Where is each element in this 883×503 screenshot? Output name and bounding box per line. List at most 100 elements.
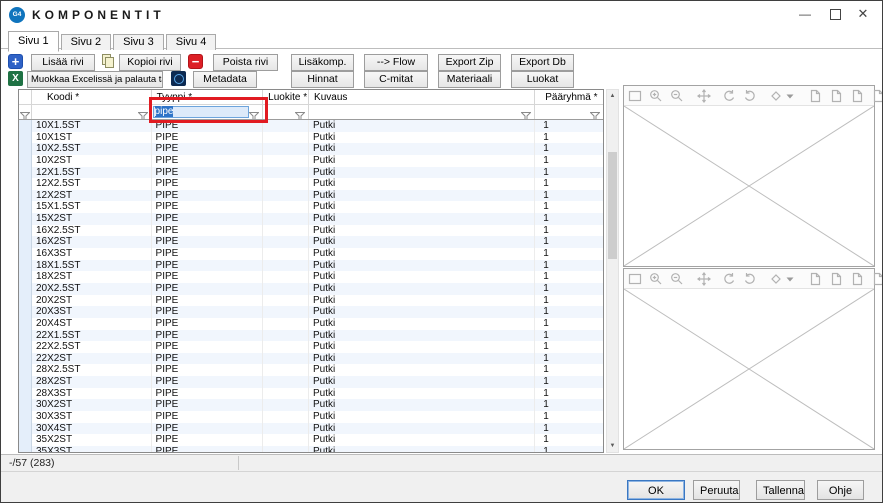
table-row[interactable]: 20X2.5STPIPEPutki1 bbox=[19, 283, 603, 295]
table-row[interactable]: 10X1STPIPEPutki1 bbox=[19, 132, 603, 144]
snap-icon[interactable] bbox=[769, 89, 783, 103]
minimize-button[interactable]: — bbox=[790, 1, 820, 27]
rotate-cw-icon[interactable] bbox=[743, 89, 757, 103]
copy-icon[interactable] bbox=[101, 54, 116, 69]
scrollbar-thumb[interactable] bbox=[608, 152, 617, 259]
zoom-out-icon[interactable] bbox=[670, 272, 684, 286]
table-row[interactable]: 22X1.5STPIPEPutki1 bbox=[19, 330, 603, 342]
table-row[interactable]: 28X2STPIPEPutki1 bbox=[19, 376, 603, 388]
pan-icon[interactable] bbox=[697, 272, 711, 286]
table-row[interactable]: 12X1.5STPIPEPutki1 bbox=[19, 167, 603, 179]
filter-cell-paaryhma[interactable] bbox=[535, 105, 603, 119]
paste-2-icon[interactable] bbox=[829, 89, 843, 103]
scroll-up-icon[interactable]: ▲ bbox=[607, 90, 618, 102]
table-row[interactable]: 28X2.5STPIPEPutki1 bbox=[19, 364, 603, 376]
pan-icon[interactable] bbox=[697, 89, 711, 103]
table-row[interactable]: 16X2STPIPEPutki1 bbox=[19, 236, 603, 248]
filter-icon[interactable] bbox=[249, 108, 259, 117]
marquee-icon[interactable] bbox=[628, 89, 642, 103]
save-button[interactable]: Tallenna bbox=[756, 480, 805, 500]
table-row[interactable]: 35X3STPIPEPutki1 bbox=[19, 446, 603, 452]
copy-row-button[interactable]: Kopioi rivi bbox=[119, 54, 181, 71]
filter-cell-kuvaus[interactable] bbox=[309, 105, 535, 119]
table-row[interactable]: 10X1.5STPIPEPutki1 bbox=[19, 120, 603, 132]
column-header-kuvaus[interactable]: Kuvaus bbox=[309, 90, 535, 105]
tyyppi-filter-input[interactable]: pipe bbox=[153, 106, 250, 118]
filter-icon[interactable] bbox=[590, 108, 600, 117]
tab-sivu-1[interactable]: Sivu 1 bbox=[8, 31, 59, 52]
filter-icon[interactable] bbox=[20, 108, 30, 117]
table-row[interactable]: 10X2STPIPEPutki1 bbox=[19, 155, 603, 167]
table-row[interactable]: 16X3STPIPEPutki1 bbox=[19, 248, 603, 260]
classes-button[interactable]: Luokat bbox=[511, 71, 574, 88]
table-row[interactable]: 30X2STPIPEPutki1 bbox=[19, 399, 603, 411]
export-zip-button[interactable]: Export Zip bbox=[438, 54, 501, 71]
table-row[interactable]: 12X2STPIPEPutki1 bbox=[19, 190, 603, 202]
table-row[interactable]: 18X2STPIPEPutki1 bbox=[19, 271, 603, 283]
cancel-button[interactable]: Peruuta bbox=[693, 480, 740, 500]
rotate-ccw-icon[interactable] bbox=[722, 89, 736, 103]
table-row[interactable]: 18X1.5STPIPEPutki1 bbox=[19, 260, 603, 272]
column-header-luokite[interactable]: Luokite * bbox=[263, 90, 309, 105]
caret-down-icon[interactable] bbox=[785, 272, 795, 286]
filter-icon[interactable] bbox=[138, 108, 148, 117]
column-header-koodi[interactable]: Koodi * bbox=[32, 90, 152, 105]
table-row[interactable]: 28X3STPIPEPutki1 bbox=[19, 388, 603, 400]
paste-3-icon[interactable] bbox=[850, 272, 864, 286]
paste-1-icon[interactable] bbox=[808, 89, 822, 103]
cmitat-button[interactable]: C-mitat bbox=[364, 71, 428, 88]
to-flow-button[interactable]: --> Flow bbox=[364, 54, 428, 71]
rotate-cw-icon[interactable] bbox=[743, 272, 757, 286]
material-button[interactable]: Materiaali bbox=[438, 71, 501, 88]
table-row[interactable]: 15X2STPIPEPutki1 bbox=[19, 213, 603, 225]
paste-3-icon[interactable] bbox=[850, 89, 864, 103]
filter-icon[interactable] bbox=[295, 108, 305, 117]
close-button[interactable]: ✕ bbox=[848, 1, 878, 27]
export-db-button[interactable]: Export Db bbox=[511, 54, 574, 71]
add-icon[interactable]: + bbox=[8, 54, 23, 69]
prices-button[interactable]: Hinnat bbox=[291, 71, 354, 88]
zoom-in-icon[interactable] bbox=[649, 89, 663, 103]
filter-cell-koodi[interactable] bbox=[32, 105, 152, 119]
filter-cell-tyyppi[interactable]: pipe bbox=[152, 105, 264, 119]
paste-2-icon[interactable] bbox=[829, 272, 843, 286]
tab-sivu-3[interactable]: Sivu 3 bbox=[113, 34, 164, 50]
tab-sivu-2[interactable]: Sivu 2 bbox=[61, 34, 112, 50]
table-row[interactable]: 12X2.5STPIPEPutki1 bbox=[19, 178, 603, 190]
ok-button[interactable]: OK bbox=[627, 480, 685, 500]
caret-down-icon[interactable] bbox=[785, 89, 795, 103]
table-row[interactable]: 30X4STPIPEPutki1 bbox=[19, 423, 603, 435]
table-row[interactable]: 30X3STPIPEPutki1 bbox=[19, 411, 603, 423]
table-row[interactable]: 15X1.5STPIPEPutki1 bbox=[19, 201, 603, 213]
lisakomp-button[interactable]: Lisäkomp. bbox=[291, 54, 354, 71]
table-row[interactable]: 10X2.5STPIPEPutki1 bbox=[19, 143, 603, 155]
maximize-button[interactable] bbox=[820, 1, 850, 27]
delete-row-button[interactable]: Poista rivi bbox=[213, 54, 278, 71]
table-row[interactable]: 20X4STPIPEPutki1 bbox=[19, 318, 603, 330]
filter-cell-luokite[interactable] bbox=[263, 105, 309, 119]
paste-4-icon[interactable] bbox=[871, 272, 883, 286]
table-row[interactable]: 35X2STPIPEPutki1 bbox=[19, 434, 603, 446]
zoom-out-icon[interactable] bbox=[670, 89, 684, 103]
excel-icon[interactable]: X bbox=[8, 71, 23, 86]
table-row[interactable]: 20X3STPIPEPutki1 bbox=[19, 306, 603, 318]
metadata-button[interactable]: Metadata bbox=[193, 71, 257, 88]
scroll-down-icon[interactable]: ▼ bbox=[607, 440, 618, 452]
filter-icon[interactable] bbox=[521, 108, 531, 117]
table-row[interactable]: 20X2STPIPEPutki1 bbox=[19, 295, 603, 307]
table-row[interactable]: 22X2STPIPEPutki1 bbox=[19, 353, 603, 365]
column-header-tyyppi[interactable]: Tyyppi * bbox=[152, 90, 264, 105]
remove-icon[interactable]: − bbox=[188, 54, 203, 69]
help-button[interactable]: Ohje bbox=[817, 480, 864, 500]
rotate-ccw-icon[interactable] bbox=[722, 272, 736, 286]
add-row-button[interactable]: Lisää rivi bbox=[31, 54, 95, 71]
paste-1-icon[interactable] bbox=[808, 272, 822, 286]
metadata-icon[interactable] bbox=[171, 71, 186, 86]
column-header-paaryhma[interactable]: Pääryhmä * bbox=[535, 90, 603, 105]
tab-sivu-4[interactable]: Sivu 4 bbox=[166, 34, 217, 50]
edit-in-excel-button[interactable]: Muokkaa Excelissä ja palauta takaisin bbox=[27, 71, 163, 88]
grid-vertical-scrollbar[interactable]: ▲ ▼ bbox=[606, 89, 619, 453]
filter-cell-indicator[interactable] bbox=[19, 105, 32, 119]
zoom-in-icon[interactable] bbox=[649, 272, 663, 286]
table-row[interactable]: 16X2.5STPIPEPutki1 bbox=[19, 225, 603, 237]
